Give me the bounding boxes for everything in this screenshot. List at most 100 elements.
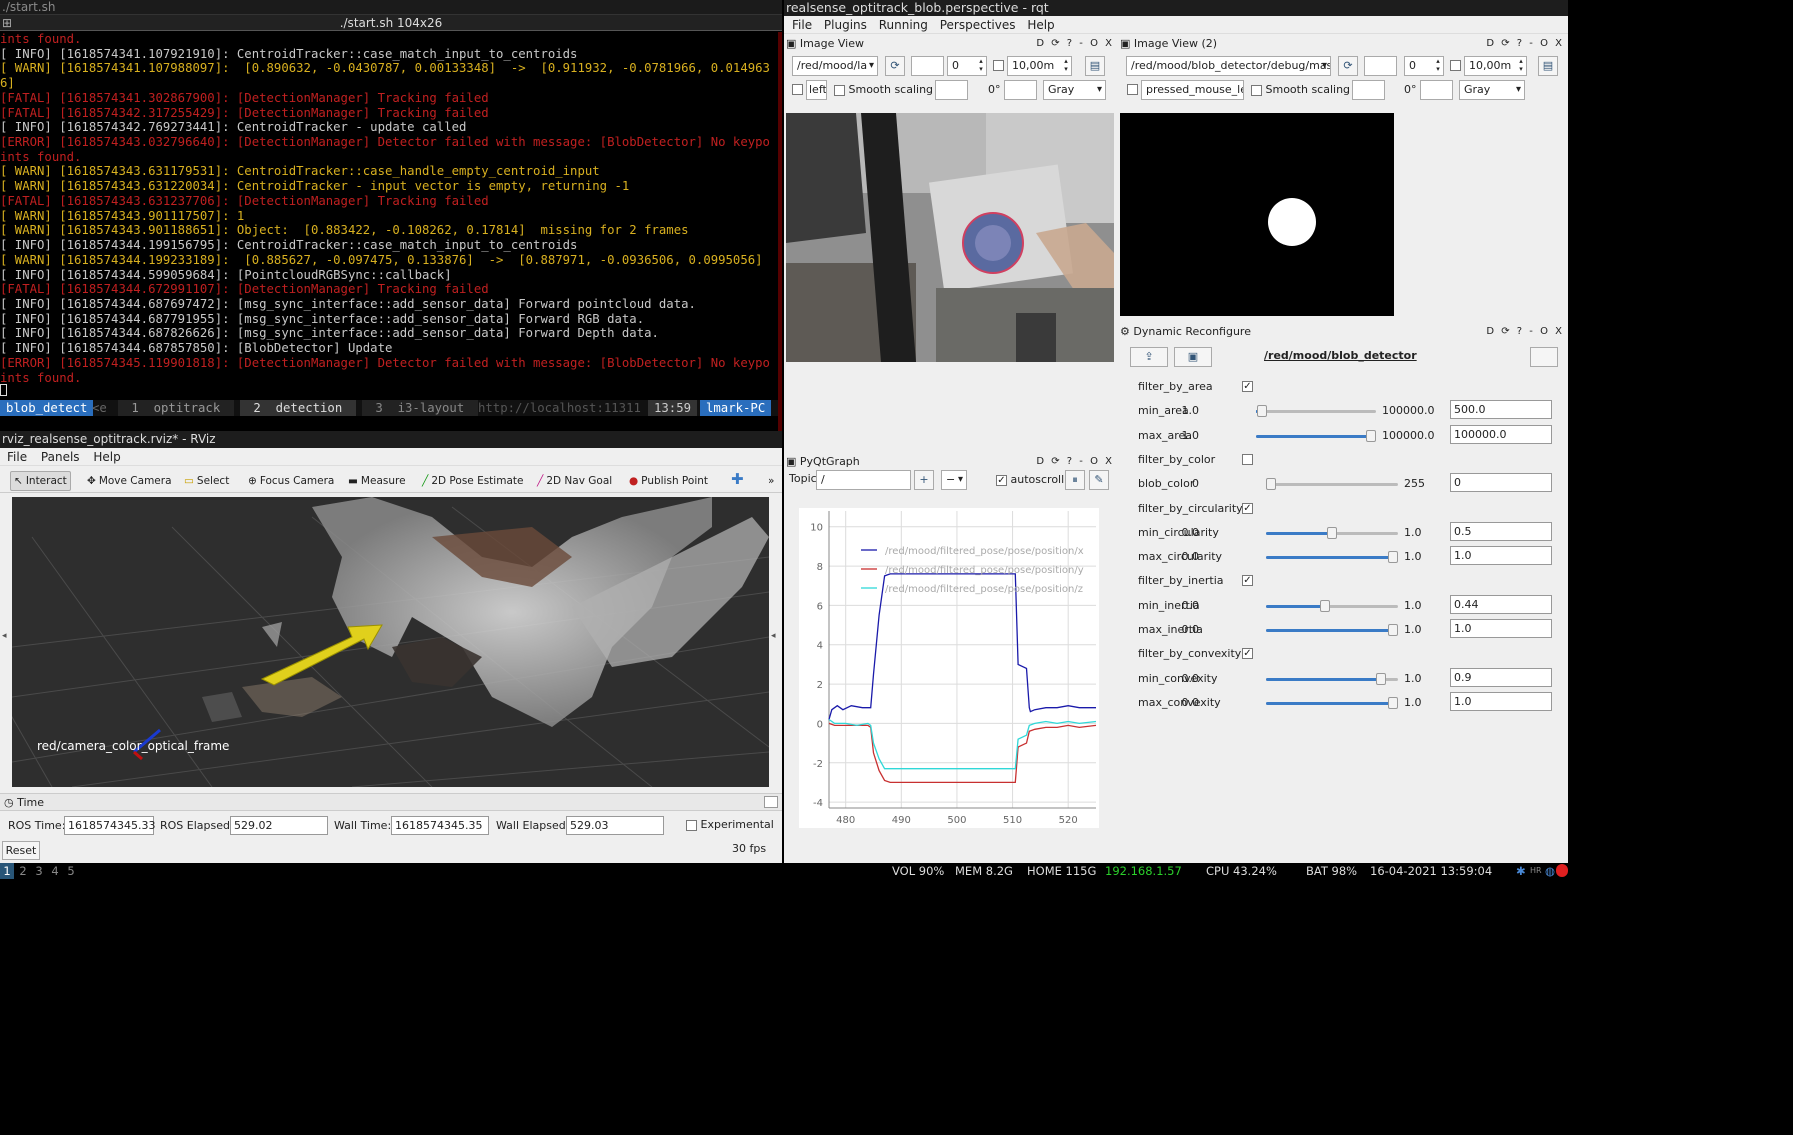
param-slider[interactable]	[1256, 429, 1376, 442]
experimental-checkbox[interactable]	[686, 819, 697, 831]
experimental-toggle[interactable]: Experimental	[686, 818, 774, 831]
param-slider-handle[interactable]	[1388, 696, 1398, 709]
camera-image[interactable]	[786, 113, 1114, 362]
topic-input[interactable]: /	[816, 470, 911, 490]
image-view-1-smooth-toggle[interactable]: Smooth scaling	[834, 81, 933, 99]
wall-time-field[interactable]: 1618574345.35	[391, 816, 489, 835]
autoscroll-toggle[interactable]: ✓ autoscroll	[996, 471, 1064, 489]
pyqtgraph-controls[interactable]: D ⟳ ? - O X	[1036, 453, 1114, 470]
image-view-1-distance-spin[interactable]: 10,00m	[1007, 56, 1072, 76]
rviz-window[interactable]: rviz_realsense_optitrack.rviz* - RViz Fi…	[0, 431, 782, 863]
tmux-window-2[interactable]: 2 detection	[240, 400, 356, 416]
image-view-1-color-select[interactable]: Gray	[1043, 80, 1106, 100]
image-view-2-controls[interactable]: D ⟳ ? - O X	[1486, 35, 1564, 52]
image-view-2-refresh-icon[interactable]: ⟳	[1338, 56, 1358, 76]
param-value-field[interactable]: 0.5	[1450, 521, 1552, 541]
image-view-1-mouse-topic[interactable]: left	[806, 80, 827, 100]
tray-alert-icon[interactable]	[1556, 864, 1568, 877]
param-slider-handle[interactable]	[1388, 624, 1398, 636]
rqt-menu-running[interactable]: Running	[879, 18, 928, 32]
time-panel-close-button[interactable]	[764, 796, 778, 808]
mask-image[interactable]	[1120, 113, 1394, 316]
tool-measure[interactable]: ▬ Measure	[345, 471, 409, 491]
rqt-menu-help[interactable]: Help	[1027, 18, 1054, 32]
tool-2d-pose-estimate[interactable]: ╱ 2D Pose Estimate	[419, 471, 526, 491]
image-view-2-blank-field-3[interactable]	[1420, 80, 1453, 100]
tool-2d-nav-goal[interactable]: ╱ 2D Nav Goal	[534, 471, 615, 491]
image-view-2-blank-field-2[interactable]	[1352, 80, 1385, 100]
workspace-2[interactable]: 2	[16, 863, 30, 879]
image-view-1-topic-select[interactable]: /red/mood/la	[792, 56, 878, 76]
tool-move-camera[interactable]: ✥ Move Camera	[84, 471, 175, 491]
terminal-window[interactable]: ./start.sh ⊞ ./start.sh 104x26 ints foun…	[0, 0, 782, 431]
param-slider-handle[interactable]	[1319, 599, 1330, 612]
param-value-field[interactable]: 500.0	[1450, 400, 1552, 420]
image-view-1-blank-field-2[interactable]	[935, 80, 968, 100]
param-slider[interactable]	[1266, 526, 1398, 539]
image-view-2-color-select[interactable]: Gray	[1459, 80, 1525, 100]
rviz-menu-help[interactable]: Help	[93, 450, 120, 464]
rqt-menu-perspectives[interactable]: Perspectives	[940, 18, 1016, 32]
param-slider[interactable]	[1266, 696, 1398, 709]
param-slider-handle[interactable]	[1388, 551, 1398, 564]
image-view-2-topic-select[interactable]: /red/mood/blob_detector/debug/mask	[1126, 56, 1331, 76]
image-view-1-dist-checkbox[interactable]	[993, 60, 1004, 71]
rviz-menu-panels[interactable]: Panels	[41, 450, 80, 464]
param-slider[interactable]	[1256, 405, 1376, 418]
remove-topic-minus-icon[interactable]: −	[941, 470, 967, 490]
image-view-1-smooth-checkbox[interactable]	[834, 84, 845, 96]
param-slider[interactable]	[1266, 624, 1398, 636]
workspace-1[interactable]: 1	[0, 863, 14, 879]
wall-elapsed-field[interactable]: 529.03	[566, 816, 664, 835]
param-slider-handle[interactable]	[1256, 405, 1267, 418]
tmux-window-3[interactable]: 3 i3-layout	[362, 400, 478, 416]
param-checkbox[interactable]: ✓	[1242, 648, 1253, 660]
image-view-1-controls[interactable]: D ⟳ ? - O X	[1036, 35, 1114, 52]
workspace-5[interactable]: 5	[64, 863, 78, 879]
tool-interact[interactable]: ↖ Interact	[10, 471, 71, 491]
param-value-field[interactable]: 0.9	[1450, 667, 1552, 687]
toolbar-overflow[interactable]: »	[765, 471, 777, 491]
param-checkbox[interactable]: ✓	[1242, 502, 1253, 514]
param-slider[interactable]	[1266, 551, 1398, 564]
image-view-1-save-icon[interactable]: ▤	[1085, 56, 1105, 76]
ros-time-field[interactable]: 1618574345.33	[64, 816, 155, 835]
param-value-field[interactable]: 0	[1450, 473, 1552, 493]
left-dock-arrow-icon[interactable]: ◂	[2, 631, 7, 641]
ros-elapsed-field[interactable]: 529.02	[230, 816, 328, 835]
tray-keyboard-icon[interactable]: HR	[1530, 863, 1542, 879]
image-view-2-dist-checkbox[interactable]	[1450, 60, 1461, 71]
rviz-menu-file[interactable]: File	[7, 450, 27, 464]
image-view-1-blank-field-3[interactable]	[1004, 80, 1037, 100]
param-checkbox[interactable]	[1242, 453, 1253, 465]
image-view-2-mouse-topic[interactable]: pressed_mouse_left	[1141, 80, 1244, 100]
plot-area[interactable]: 480 490 500 510 520 -4 -2 0 2 4 6 8 10/red/mood/filt…	[799, 508, 1099, 828]
tool-publish-point[interactable]: ● Publish Point	[626, 471, 711, 491]
clear-icon[interactable]: ✎	[1089, 470, 1109, 490]
param-slider[interactable]	[1266, 672, 1398, 685]
add-tool-plus-icon[interactable]: ✚	[728, 469, 747, 489]
image-view-1-refresh-icon[interactable]: ⟳	[885, 56, 905, 76]
image-view-1-blank-field[interactable]	[911, 56, 944, 76]
right-dock-arrow-icon[interactable]: ◂	[771, 631, 776, 641]
param-slider-handle[interactable]	[1375, 672, 1386, 685]
image-view-1-number-spin[interactable]: 0	[947, 56, 987, 76]
rviz-3d-viewport[interactable]: red/camera_color_optical_frame	[12, 497, 769, 787]
image-view-1-mouse-checkbox[interactable]	[792, 84, 803, 95]
param-value-field[interactable]: 1.0	[1450, 619, 1552, 638]
param-slider-handle[interactable]	[1327, 526, 1337, 539]
tmux-window-1[interactable]: 1 optitrack	[118, 400, 234, 416]
workspace-3[interactable]: 3	[32, 863, 46, 879]
image-view-2-save-icon[interactable]: ▤	[1538, 56, 1558, 76]
rqt-menu-plugins[interactable]: Plugins	[824, 18, 867, 32]
param-slider-handle[interactable]	[1266, 478, 1276, 491]
autoscroll-checkbox[interactable]: ✓	[996, 474, 1007, 486]
tool-select[interactable]: ▭ Select	[181, 471, 232, 491]
param-slider-handle[interactable]	[1366, 429, 1376, 442]
param-value-field[interactable]: 100000.0	[1450, 424, 1552, 444]
add-topic-plus-icon[interactable]: +	[914, 470, 934, 490]
param-slider[interactable]	[1266, 478, 1398, 491]
tool-focus-camera[interactable]: ⊕ Focus Camera	[245, 471, 337, 491]
terminal-output[interactable]: ints found.[ INFO] [1618574341.107921910…	[0, 32, 778, 394]
param-value-field[interactable]: 0.44	[1450, 594, 1552, 614]
